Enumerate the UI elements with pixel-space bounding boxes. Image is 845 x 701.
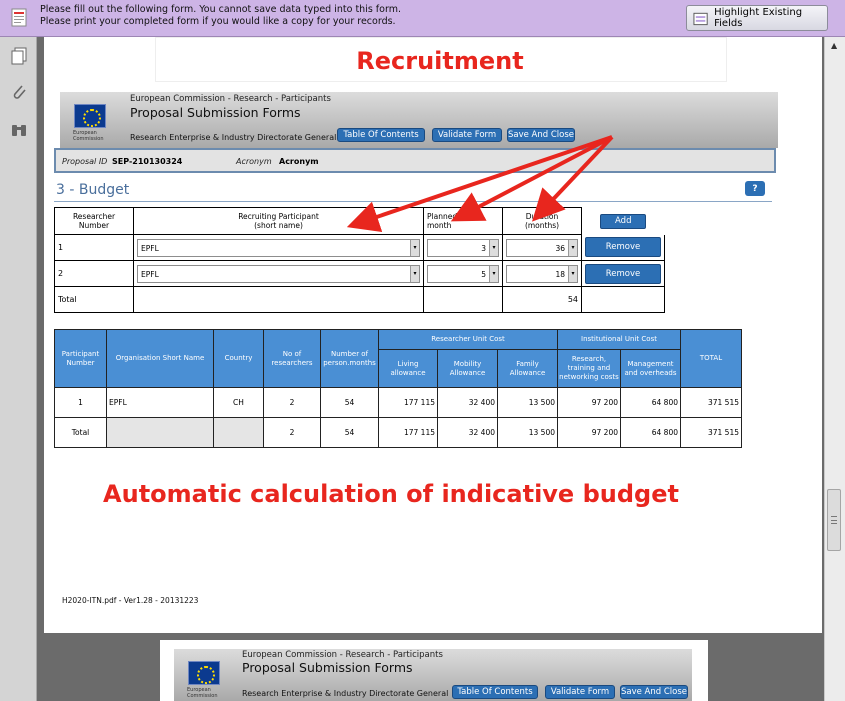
col-country: Country [213, 329, 264, 388]
add-researcher-button[interactable]: Add [600, 213, 647, 229]
total-label: Total [54, 286, 134, 313]
researcher-number: 1 [54, 234, 134, 261]
col-living-allowance: Living allowance [378, 349, 438, 388]
document-version: H2020-ITN.pdf - Ver1.28 - 20131223 [62, 596, 199, 605]
chevron-down-icon[interactable]: ▾ [410, 265, 419, 282]
eu-flag-icon [188, 661, 220, 685]
proposal-id-label: Proposal ID [62, 157, 108, 166]
save-and-close-button[interactable]: Save And Close [507, 128, 575, 142]
form-notice-bar: Please fill out the following form. You … [0, 0, 845, 37]
table-of-contents-button[interactable]: Table Of Contents [337, 128, 425, 142]
researcher-table: Researcher Number Recruiting Participant… [54, 207, 665, 313]
col-recruiting-participant: Recruiting Participant (short name) [133, 207, 424, 235]
table-row: 1 EPFL ▾ 3 ▾ 36 ▾ Remove [54, 234, 665, 261]
highlight-fields-label: Highlight Existing Fields [714, 7, 803, 29]
proposal-id-bar: Proposal ID SEP-210130324 Acronym Acrony… [54, 148, 776, 173]
left-navigation-toolbar [0, 37, 37, 701]
duration-select[interactable]: 36 ▾ [506, 238, 578, 257]
form-header: European Commission European Commission -… [60, 92, 778, 148]
flag-caption: European Commission [187, 687, 218, 699]
annotation-automatic-calculation: Automatic calculation of indicative budg… [103, 480, 679, 508]
chevron-down-icon[interactable]: ▾ [568, 239, 577, 256]
col-group-institutional-unit-cost: Institutional Unit Cost [557, 329, 681, 350]
eu-flag-icon [74, 104, 106, 128]
scroll-thumb[interactable] [827, 489, 841, 551]
remove-researcher-button[interactable]: Remove [585, 263, 661, 284]
duration-select[interactable]: 18 ▾ [506, 264, 578, 283]
chevron-down-icon[interactable]: ▾ [489, 265, 498, 282]
vertical-scrollbar[interactable]: ▲ [824, 37, 845, 701]
annotation-recruitment: Recruitment [356, 47, 524, 75]
total-row: Total 2 54 177 115 32 400 13 500 97 200 … [54, 417, 742, 448]
form-header-page-2: European Commission European Commission -… [174, 649, 692, 701]
col-researcher-number: Researcher Number [54, 207, 134, 235]
directorate: Research Enterprise & Industry Directora… [242, 689, 449, 698]
table-row: 1 EPFL CH 2 54 177 115 32 400 13 500 97 … [54, 387, 742, 418]
section-heading: 3 - Budget [56, 182, 130, 198]
notice-line-2: Please print your completed form if you … [40, 16, 396, 27]
col-organisation: Organisation Short Name [106, 329, 214, 388]
chevron-down-icon[interactable]: ▾ [489, 239, 498, 256]
table-row: 2 EPFL ▾ 5 ▾ 18 ▾ Remove [54, 260, 665, 287]
flag-caption: European Commission [73, 130, 104, 142]
directorate: Research Enterprise & Industry Directora… [130, 133, 337, 142]
scroll-up-icon[interactable]: ▲ [831, 41, 837, 50]
col-group-researcher-unit-cost: Researcher Unit Cost [378, 329, 558, 350]
help-button[interactable]: ? [745, 181, 765, 196]
total-row: Total 54 [54, 286, 665, 313]
pages-icon[interactable] [10, 47, 28, 65]
acronym-value: Acronym [279, 157, 319, 166]
ec-line: European Commission - Research - Partici… [130, 94, 331, 104]
form-notice-text: Please fill out the following form. You … [40, 4, 401, 28]
participant-select[interactable]: EPFL ▾ [137, 264, 420, 283]
chevron-down-icon[interactable]: ▾ [410, 239, 419, 256]
acronym-label: Acronym [236, 157, 272, 166]
col-total: TOTAL [680, 329, 742, 388]
highlight-fields-button[interactable]: Highlight Existing Fields [686, 5, 828, 31]
col-mobility-allowance: Mobility Allowance [437, 349, 498, 388]
notice-line-1: Please fill out the following form. You … [40, 4, 401, 15]
ec-line: European Commission - Research - Partici… [242, 650, 443, 660]
col-duration: Duration (months) [502, 207, 582, 235]
save-and-close-button[interactable]: Save And Close [620, 685, 688, 699]
find-icon[interactable] [10, 121, 28, 139]
budget-table: Participant Number Organisation Short Na… [54, 329, 742, 448]
start-month-select[interactable]: 3 ▾ [427, 238, 499, 257]
col-family-allowance: Family Allowance [497, 349, 558, 388]
form-title: Proposal Submission Forms [242, 660, 413, 675]
validate-form-button[interactable]: Validate Form [545, 685, 615, 699]
researcher-number: 2 [54, 260, 134, 287]
table-of-contents-button[interactable]: Table Of Contents [452, 685, 538, 699]
total-duration: 54 [502, 286, 582, 313]
form-notice-icon [11, 8, 27, 27]
validate-form-button[interactable]: Validate Form [432, 128, 502, 142]
col-no-researchers: No of researchers [263, 329, 321, 388]
participant-select[interactable]: EPFL ▾ [137, 238, 420, 257]
remove-researcher-button[interactable]: Remove [585, 237, 661, 258]
highlight-fields-icon [693, 12, 708, 25]
proposal-id-value: SEP-210130324 [112, 157, 183, 166]
col-research-costs: Research, training and networking costs [557, 349, 621, 388]
col-participant-number: Participant Number [54, 329, 107, 388]
col-planned-start: Planned start month [423, 207, 503, 235]
section-divider [54, 201, 772, 202]
attachment-icon[interactable] [10, 83, 28, 101]
chevron-down-icon[interactable]: ▾ [568, 265, 577, 282]
form-title: Proposal Submission Forms [130, 105, 301, 120]
col-person-months: Number of person.months [320, 329, 379, 388]
start-month-select[interactable]: 5 ▾ [427, 264, 499, 283]
col-management: Management and overheads [620, 349, 681, 388]
